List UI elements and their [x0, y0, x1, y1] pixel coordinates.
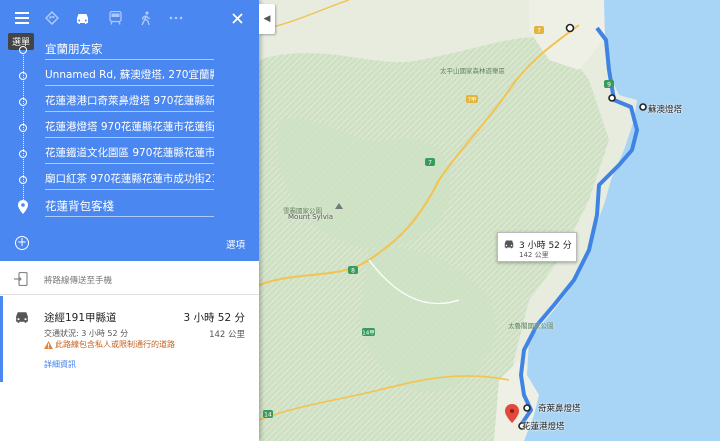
route-warning: 此路線包含私人或限制通行的道路	[44, 339, 175, 350]
route-duration: 3 小時 52 分	[183, 312, 245, 324]
road-number: 7	[428, 160, 432, 167]
stop-list: 宜蘭朋友家 Unnamed Rd, 蘇澳燈塔, 270宜蘭縣蘇澳 花蓮港港口奇萊…	[0, 38, 259, 221]
stop-input[interactable]: 廟口紅茶 970花蓮縣花蓮市成功街218號	[45, 171, 214, 191]
route-option[interactable]: 途經191甲縣道 3 小時 52 分 交通狀況: 3 小時 52 分 142 公…	[0, 296, 259, 382]
more-icon[interactable]	[164, 6, 188, 30]
waypoint-circle-icon	[19, 72, 27, 81]
marker-label: 蘇澳燈塔	[648, 105, 683, 115]
stop-origin[interactable]: 宜蘭朋友家	[0, 38, 259, 64]
road-shield: 9	[604, 80, 614, 89]
road-number: 7	[537, 28, 541, 35]
road-shield: 7	[425, 158, 435, 167]
options-button[interactable]: 選項	[226, 237, 245, 251]
road-number: 14甲	[362, 330, 375, 337]
directions-header: 選單 宜蘭朋友家 Unnamed Rd, 蘇澳燈塔, 270宜蘭縣蘇澳 花蓮港港…	[0, 0, 259, 261]
route-via: 途經191甲縣道	[44, 312, 117, 324]
origin-marker[interactable]	[565, 23, 575, 33]
send-to-phone-row[interactable]: 將路線傳送至手機	[0, 268, 259, 292]
bubble-distance: 142 公里	[519, 251, 549, 259]
add-stop-icon[interactable]: +	[15, 236, 29, 250]
stop-waypoint[interactable]: Unnamed Rd, 蘇澳燈塔, 270宜蘭縣蘇澳	[0, 64, 259, 90]
stop-destination[interactable]: 花蓮背包客棧	[0, 195, 259, 221]
stop-input[interactable]: Unnamed Rd, 蘇澳燈塔, 270宜蘭縣蘇澳	[45, 67, 214, 87]
route-details-link[interactable]: 詳細資訊	[44, 359, 76, 370]
mountain-label: Mount Sylvia	[288, 213, 334, 221]
send-to-phone-label: 將路線傳送至手機	[44, 276, 113, 286]
waypoint-marker[interactable]	[639, 103, 647, 111]
route-warning-text: 此路線包含私人或限制通行的道路	[55, 340, 175, 349]
stop-input[interactable]: 宜蘭朋友家	[45, 41, 214, 60]
collapse-panel-button[interactable]: ◀	[259, 4, 275, 34]
waypoint-marker[interactable]	[608, 94, 616, 102]
close-icon[interactable]	[225, 6, 249, 30]
road-number: 7甲	[468, 97, 477, 104]
transit-icon[interactable]	[103, 6, 127, 30]
stop-waypoint[interactable]: 花蓮港港口奇萊鼻燈塔 970花蓮縣新城	[0, 90, 259, 116]
route-distance: 142 公里	[209, 330, 245, 340]
destination-pin-icon	[18, 199, 28, 214]
divider	[0, 294, 259, 295]
road-shield: 7甲	[466, 95, 478, 104]
directions-panel: 選單 宜蘭朋友家 Unnamed Rd, 蘇澳燈塔, 270宜蘭縣蘇澳 花蓮港港…	[0, 0, 259, 441]
road-shield: 8	[348, 266, 358, 275]
add-destination-row[interactable]: + 選項	[0, 231, 259, 257]
route-info-bubble[interactable]: 3 小時 52 分 142 公里	[497, 232, 577, 262]
stop-waypoint[interactable]: 花蓮港燈塔 970花蓮縣花蓮市花蓮街1號	[0, 116, 259, 142]
car-icon	[504, 240, 514, 249]
walk-icon[interactable]	[134, 6, 158, 30]
road-shield: 14甲	[362, 328, 375, 337]
car-icon	[16, 312, 28, 323]
road-number: 9	[607, 82, 611, 89]
waypoint-circle-icon	[19, 176, 27, 185]
road-number: 8	[351, 268, 355, 275]
road-number: 14	[264, 412, 272, 419]
stop-input[interactable]: 花蓮港港口奇萊鼻燈塔 970花蓮縣新城	[45, 93, 214, 113]
send-to-phone-icon	[14, 272, 28, 286]
marker-label: 奇萊鼻燈塔	[538, 404, 581, 414]
route-traffic: 交通狀況: 3 小時 52 分	[44, 329, 129, 338]
origin-circle-icon	[19, 46, 27, 54]
marker-label: 花蓮港燈塔	[522, 422, 565, 432]
park-label: 太平山國家森林遊樂區	[440, 67, 505, 75]
collapse-arrow-icon: ◀	[263, 14, 271, 24]
stop-waypoint[interactable]: 廟口紅茶 970花蓮縣花蓮市成功街218號	[0, 168, 259, 194]
road-shield: 14	[263, 410, 273, 419]
stop-waypoint[interactable]: 花蓮鐵道文化園區 970花蓮縣花蓮市中山	[0, 142, 259, 168]
park-label: 太魯閣國家公園	[508, 322, 554, 330]
stop-input[interactable]: 花蓮背包客棧	[45, 198, 214, 217]
stop-input[interactable]: 花蓮港燈塔 970花蓮縣花蓮市花蓮街1號	[45, 119, 214, 139]
road-shield: 7	[534, 26, 544, 35]
menu-icon[interactable]	[10, 6, 34, 30]
car-icon[interactable]	[70, 6, 94, 30]
warning-icon	[44, 340, 53, 349]
waypoint-circle-icon	[19, 98, 27, 107]
waypoint-marker[interactable]	[523, 404, 531, 412]
waypoint-circle-icon	[19, 150, 27, 159]
best-route-icon[interactable]	[40, 6, 64, 30]
waypoint-circle-icon	[19, 124, 27, 133]
stop-input[interactable]: 花蓮鐵道文化園區 970花蓮縣花蓮市中山	[45, 145, 214, 165]
travel-mode-toolbar	[0, 0, 259, 36]
